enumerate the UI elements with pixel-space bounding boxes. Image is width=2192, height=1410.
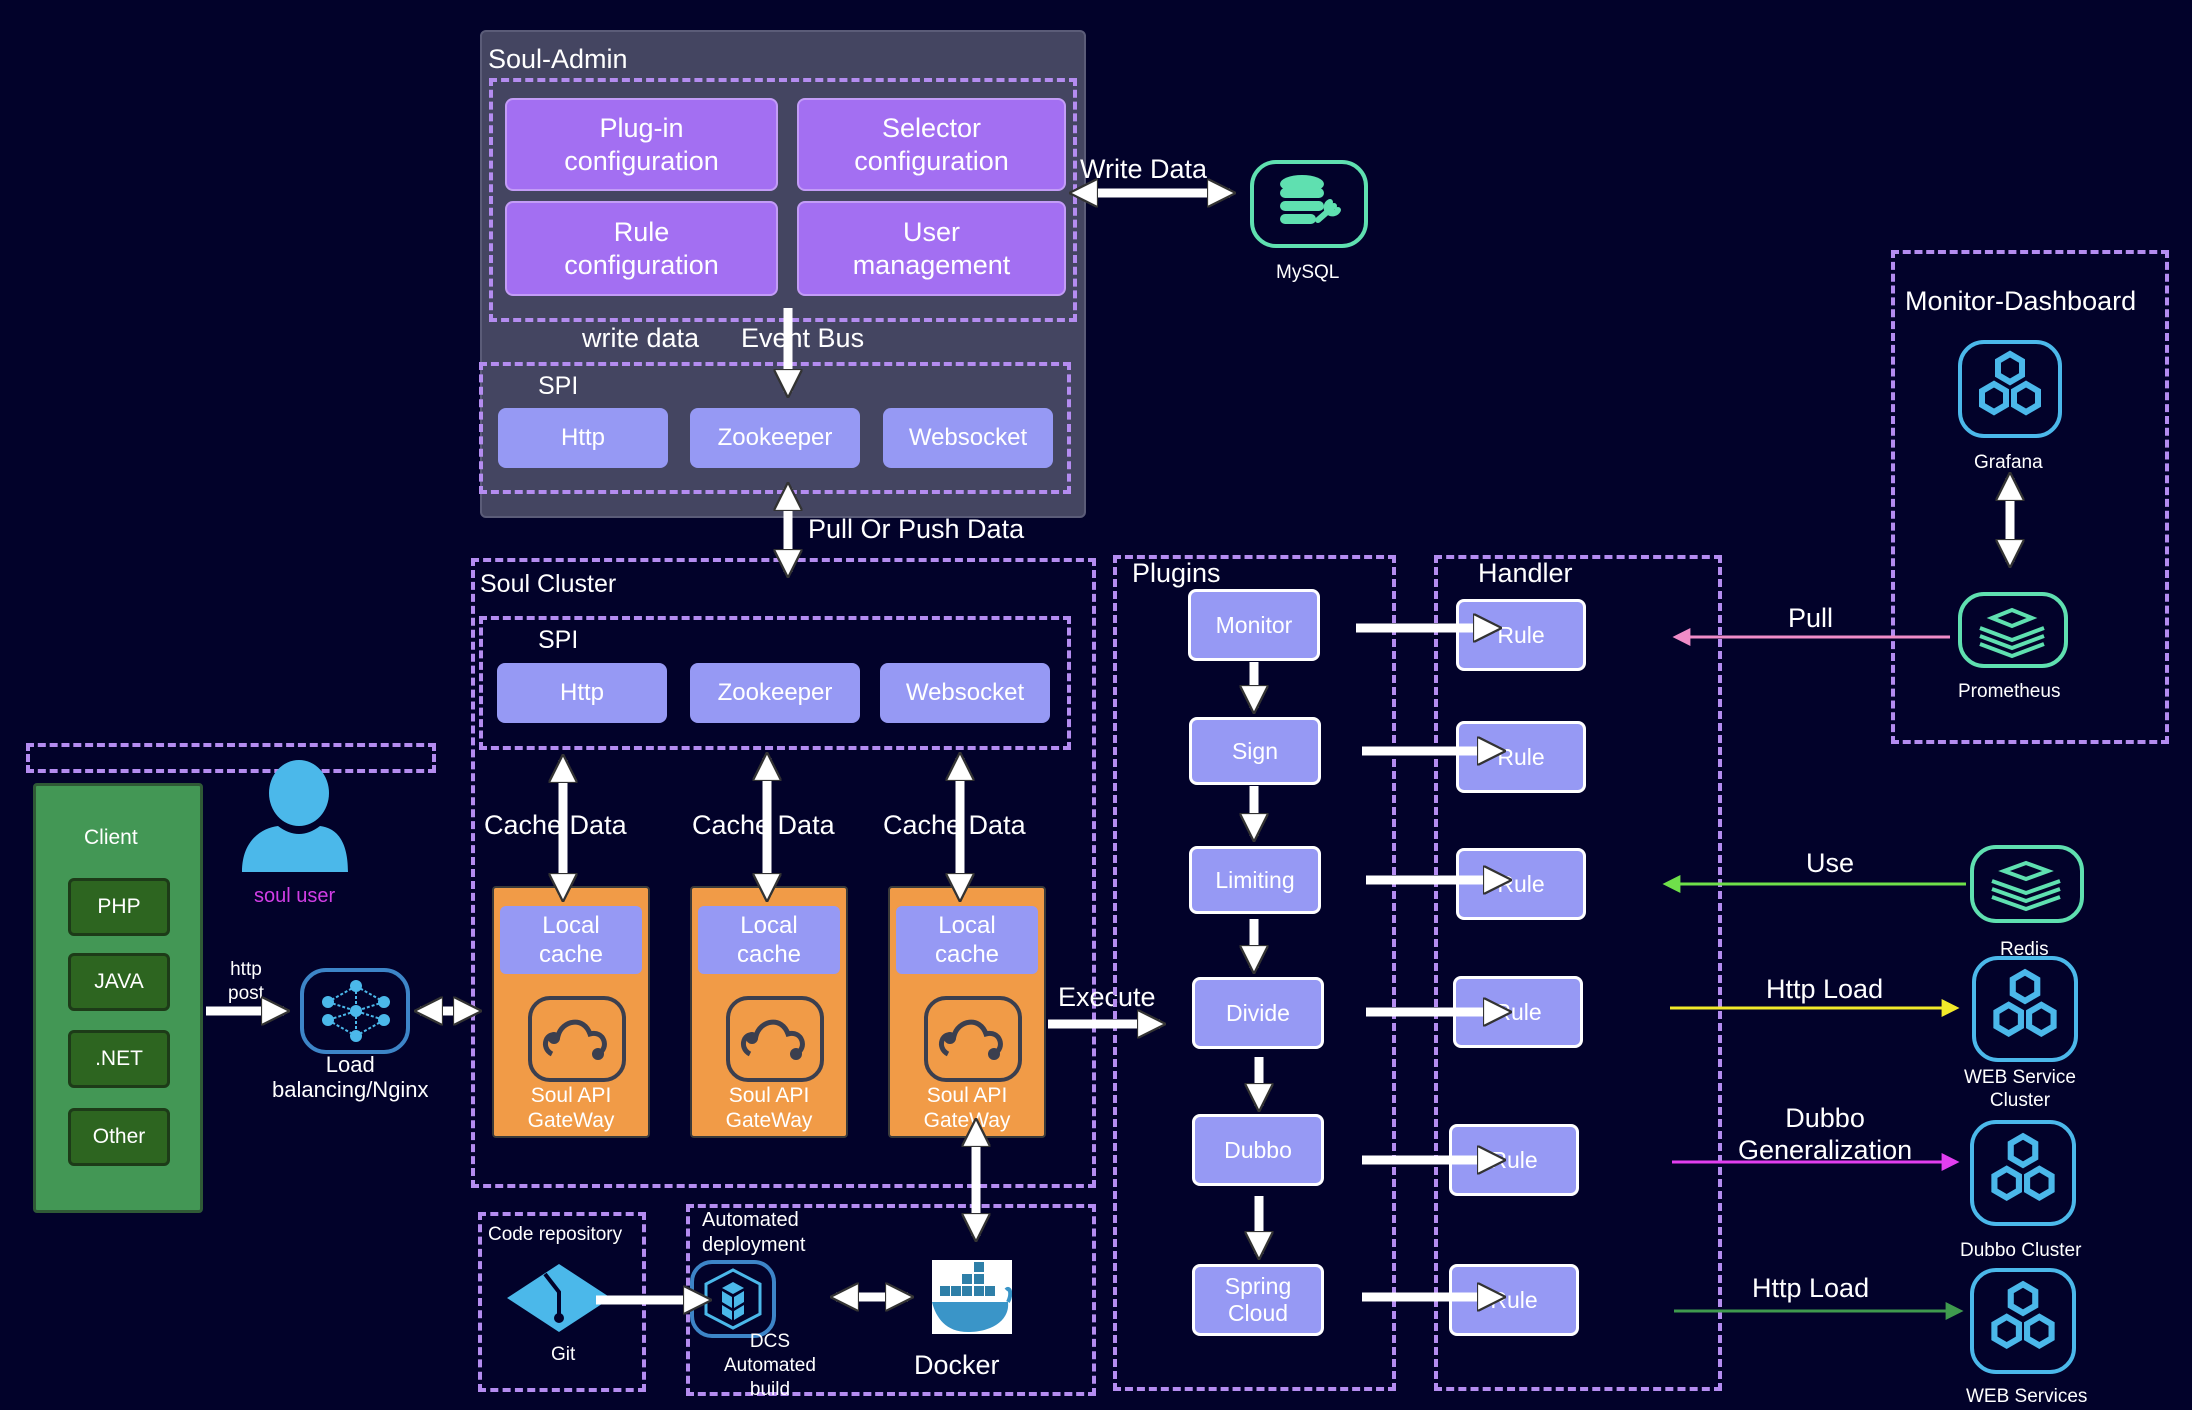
local-cache-1: Local cache — [500, 906, 642, 974]
rule-configuration-box[interactable]: Rule configuration — [505, 201, 778, 296]
gateway-label-3: Soul API GateWay — [923, 1084, 1011, 1132]
use-label: Use — [1806, 848, 1855, 878]
build-cube-icon — [704, 1268, 762, 1330]
mysql-label: MySQL — [1276, 262, 1340, 283]
stack-layers-icon — [1979, 607, 2045, 659]
local-cache-2: Local cache — [698, 906, 840, 974]
prometheus-label: Prometheus — [1958, 681, 2061, 702]
client-title: Client — [84, 826, 138, 849]
stack-layers-icon — [1991, 860, 2061, 912]
http-load-label-1: Http Load — [1766, 974, 1884, 1004]
load-balancer-label: Load balancing/Nginx — [272, 1052, 429, 1102]
handler-rule-1[interactable]: Rule — [1456, 599, 1586, 671]
handler-rule-3[interactable]: Rule — [1456, 848, 1586, 920]
gateway-icon — [726, 996, 824, 1082]
cache-data-label-2: Cache Data — [692, 810, 835, 840]
git-label: Git — [551, 1344, 576, 1365]
cluster-spi-title: SPI — [538, 626, 579, 654]
client-top-group — [26, 743, 436, 773]
gateway-node-1[interactable]: Local cache Soul API GateWay — [492, 886, 650, 1138]
client-java[interactable]: JAVA — [68, 953, 170, 1011]
web-services-label: WEB Services — [1966, 1386, 2088, 1407]
redis-icon-frame[interactable] — [1970, 845, 2084, 923]
prometheus-icon-frame[interactable] — [1958, 592, 2068, 668]
admin-spi-websocket[interactable]: Websocket — [883, 408, 1053, 468]
docker-icon[interactable] — [932, 1260, 1013, 1334]
client-panel: Client PHP JAVA .NET Other — [33, 783, 203, 1213]
monitor-dashboard-title: Monitor-Dashboard — [1905, 286, 2137, 316]
plugin-limiting[interactable]: Limiting — [1189, 846, 1321, 914]
plugin-divide[interactable]: Divide — [1192, 977, 1324, 1049]
selector-configuration-box[interactable]: Selector configuration — [797, 98, 1066, 191]
web-services-icon-frame[interactable] — [1970, 1268, 2076, 1374]
plugins-title: Plugins — [1132, 558, 1221, 588]
client-other[interactable]: Other — [68, 1108, 170, 1166]
grafana-icon-frame[interactable] — [1958, 340, 2062, 438]
cluster-spi-zookeeper[interactable]: Zookeeper — [690, 663, 860, 723]
plugin-dubbo[interactable]: Dubbo — [1192, 1114, 1324, 1186]
handler-rule-6[interactable]: Rule — [1449, 1264, 1579, 1336]
hexagon-cluster-icon — [1993, 968, 2057, 1038]
plugin-monitor[interactable]: Monitor — [1188, 589, 1320, 661]
admin-spi-title: SPI — [538, 372, 579, 400]
web-service-cluster-label: WEB Service Cluster — [1964, 1067, 2076, 1111]
http-load-label-2: Http Load — [1752, 1273, 1870, 1303]
docker-label: Docker — [914, 1350, 1000, 1380]
http-post-label: http post — [228, 959, 264, 1004]
plugin-configuration-box[interactable]: Plug-in configuration — [505, 98, 778, 191]
user-icon — [242, 760, 348, 872]
client-dotnet[interactable]: .NET — [68, 1030, 170, 1088]
gateway-node-3[interactable]: Local cache Soul API GateWay — [888, 886, 1046, 1138]
cluster-spi-http[interactable]: Http — [497, 663, 667, 723]
network-icon — [322, 980, 390, 1042]
git-icon[interactable] — [505, 1262, 613, 1334]
admin-spi-zookeeper[interactable]: Zookeeper — [690, 408, 860, 468]
dubbo-cluster-label: Dubbo Cluster — [1960, 1240, 2082, 1261]
local-cache-3: Local cache — [896, 906, 1038, 974]
gateway-icon — [924, 996, 1022, 1082]
soul-user-label: soul user — [254, 885, 336, 907]
web-service-cluster-icon-frame[interactable] — [1972, 956, 2078, 1062]
cache-data-label-1: Cache Data — [484, 810, 627, 840]
database-icon — [1280, 175, 1341, 224]
pull-push-data-label: Pull Or Push Data — [808, 514, 1025, 544]
pull-label: Pull — [1788, 603, 1834, 633]
plugin-sign[interactable]: Sign — [1189, 717, 1321, 785]
dcs-icon-frame[interactable] — [690, 1260, 776, 1338]
soul-cluster-title: Soul Cluster — [480, 570, 617, 598]
dcs-label: DCS Automated build — [724, 1331, 816, 1400]
gateway-node-2[interactable]: Local cache Soul API GateWay — [690, 886, 848, 1138]
user-management-box[interactable]: User management — [797, 201, 1066, 296]
write-data-label: write data — [582, 323, 700, 353]
gateway-label-1: Soul API GateWay — [527, 1084, 615, 1132]
grafana-label: Grafana — [1974, 452, 2043, 473]
code-repository-title: Code repository — [488, 1224, 623, 1245]
gateway-label-2: Soul API GateWay — [725, 1084, 813, 1132]
soul-admin-title: Soul-Admin — [488, 44, 628, 74]
plugin-spring-cloud[interactable]: Spring Cloud — [1192, 1264, 1324, 1336]
handler-rule-4[interactable]: Rule — [1453, 976, 1583, 1048]
cache-data-label-3: Cache Data — [883, 810, 1026, 840]
hexagon-cluster-icon — [1991, 1280, 2055, 1350]
handler-rule-5[interactable]: Rule — [1449, 1124, 1579, 1196]
hexagon-cluster-icon — [1991, 1132, 2055, 1202]
hexagon-cluster-icon — [1979, 350, 2041, 416]
write-data-arrow-label: Write Data — [1080, 154, 1208, 184]
admin-spi-http[interactable]: Http — [498, 408, 668, 468]
mysql-icon-frame[interactable] — [1250, 160, 1368, 248]
automated-deployment-title: Automated deployment — [702, 1209, 806, 1256]
client-php[interactable]: PHP — [68, 878, 170, 936]
dubbo-cluster-icon-frame[interactable] — [1970, 1120, 2076, 1226]
handler-rule-2[interactable]: Rule — [1456, 721, 1586, 793]
gateway-icon — [528, 996, 626, 1082]
connector-arrows — [206, 0, 2192, 1320]
handler-title: Handler — [1478, 558, 1573, 588]
event-bus-label: Event Bus — [741, 323, 865, 353]
cluster-spi-websocket[interactable]: Websocket — [880, 663, 1050, 723]
monitor-dashboard-group — [1891, 250, 2169, 744]
dubbo-generalization-label: Dubbo Generalization — [1738, 1103, 1913, 1165]
load-balancer-icon-frame[interactable] — [300, 968, 410, 1054]
